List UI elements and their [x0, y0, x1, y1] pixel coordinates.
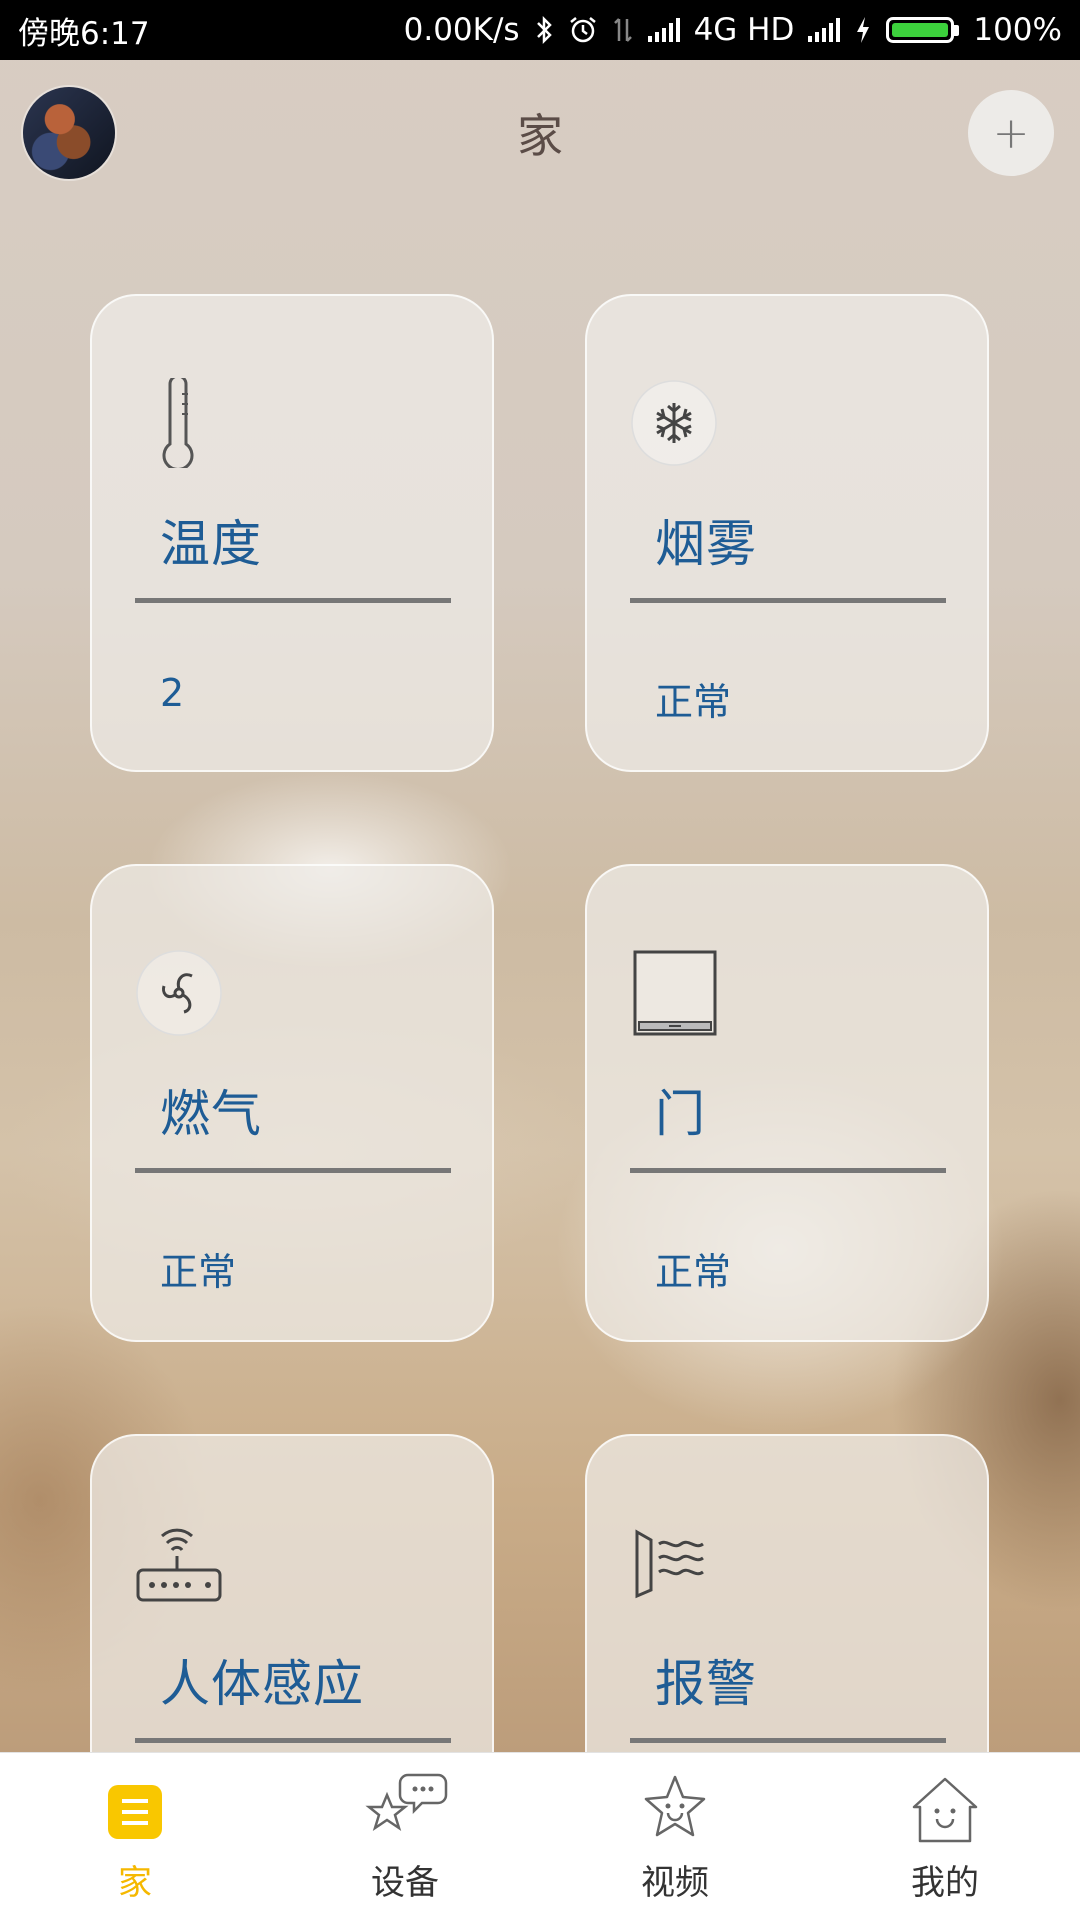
- data-transfer-icon: [613, 18, 632, 42]
- tab-mine[interactable]: 我的: [810, 1753, 1080, 1921]
- sensor-card-door[interactable]: 门 正常: [585, 864, 989, 1342]
- video-star-icon: [644, 1775, 706, 1837]
- network-type: 4G HD: [693, 12, 795, 48]
- status-bar: 傍晚6:17 0.00K/s 4G HD 100%: [0, 0, 1080, 60]
- card-value: 正常: [655, 1250, 732, 1294]
- card-title: 温度: [160, 515, 262, 573]
- sensor-card-smoke[interactable]: 烟雾 正常: [585, 294, 989, 772]
- home-menu-icon: [108, 1785, 162, 1839]
- bluetooth-icon: [536, 15, 552, 45]
- net-speed: 0.00K/s: [403, 12, 520, 48]
- alarm-waves-icon: [635, 1529, 704, 1599]
- fan-icon: [136, 950, 222, 1036]
- card-value: 正常: [655, 680, 732, 724]
- bottom-tab-bar: 家 设备 视频 我的: [0, 1752, 1080, 1921]
- card-divider: [135, 1168, 451, 1173]
- tab-devices[interactable]: 设备: [270, 1753, 540, 1921]
- signal-strength-icon: [647, 18, 680, 42]
- snowflake-icon: [631, 380, 717, 466]
- card-title: 烟雾: [655, 515, 757, 573]
- tab-label: 家: [118, 1863, 152, 1903]
- page-title: 家: [517, 109, 563, 163]
- card-title: 门: [655, 1085, 706, 1143]
- card-title: 燃气: [160, 1085, 262, 1143]
- card-divider: [630, 1738, 946, 1743]
- battery-icon: [886, 17, 960, 43]
- tab-label: 视频: [641, 1863, 709, 1903]
- sensor-card-gas[interactable]: 燃气 正常: [90, 864, 494, 1342]
- card-divider: [135, 598, 451, 603]
- add-button[interactable]: +: [968, 90, 1054, 176]
- card-value: 正常: [160, 1250, 237, 1294]
- house-face-icon: [912, 1777, 978, 1843]
- router-wifi-icon: [136, 1528, 222, 1602]
- signal-strength-icon-2: [808, 18, 841, 42]
- card-divider: [135, 1738, 451, 1743]
- tab-label: 设备: [371, 1863, 439, 1903]
- sensor-card-temperature[interactable]: 温度 2: [90, 294, 494, 772]
- status-time: 傍晚6:17: [18, 15, 150, 52]
- device-chat-icon: [365, 1773, 448, 1831]
- card-value: 2: [160, 671, 185, 715]
- tab-home[interactable]: 家: [0, 1753, 270, 1921]
- charging-bolt-icon: [857, 17, 870, 43]
- battery-level: 100%: [973, 12, 1062, 48]
- door-icon: [633, 950, 717, 1036]
- thermometer-icon: [162, 378, 194, 468]
- tab-video[interactable]: 视频: [540, 1753, 810, 1921]
- alarm-clock-icon: [569, 17, 596, 43]
- card-divider: [630, 598, 946, 603]
- card-title: 人体感应: [160, 1655, 364, 1713]
- plus-icon: +: [992, 107, 1030, 159]
- card-title: 报警: [655, 1655, 757, 1713]
- card-divider: [630, 1168, 946, 1173]
- tab-label: 我的: [911, 1863, 979, 1903]
